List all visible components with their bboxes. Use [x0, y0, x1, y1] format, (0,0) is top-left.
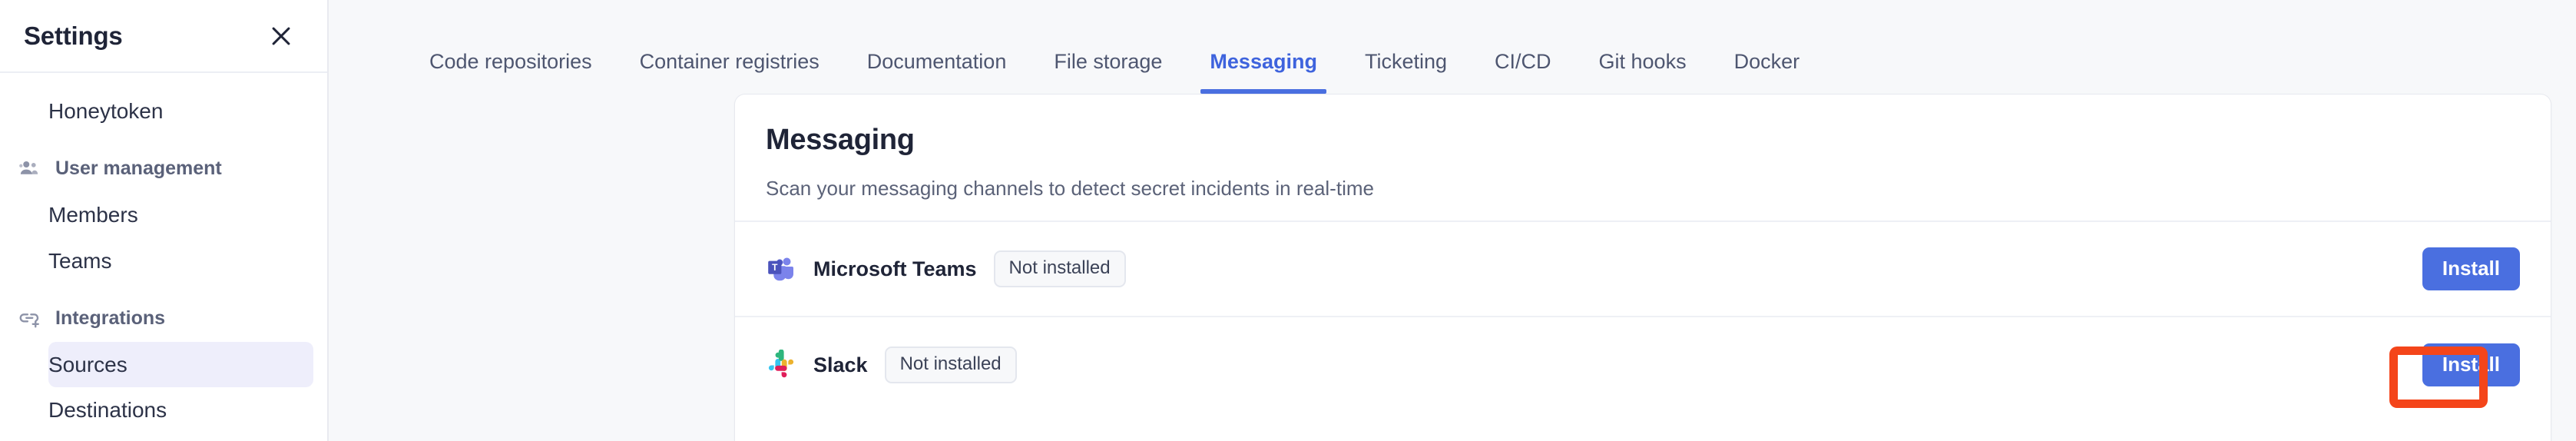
- sidebar-header: Settings: [0, 0, 327, 73]
- sidebar-item-sources[interactable]: Sources: [48, 342, 313, 387]
- sidebar-item-label: Sources: [48, 352, 127, 376]
- sidebar-item-members[interactable]: Members: [0, 192, 327, 238]
- integration-name: Microsoft Teams: [813, 257, 977, 280]
- tab-file-storage[interactable]: File storage: [1030, 50, 1186, 94]
- install-button-slack[interactable]: Install: [2422, 343, 2520, 386]
- sidebar-item-label: Destinations: [48, 398, 167, 422]
- sidebar-group-integrations: Integrations: [0, 294, 327, 342]
- integration-tabs: Code repositories Container registries D…: [329, 0, 2576, 94]
- tab-container-registries[interactable]: Container registries: [616, 50, 843, 94]
- sidebar-item-label: Honeytoken: [48, 99, 164, 123]
- sidebar-item-destinations[interactable]: Destinations: [0, 387, 327, 433]
- tab-code-repositories[interactable]: Code repositories: [406, 50, 616, 94]
- sidebar-item-label: Members: [48, 203, 138, 227]
- sidebar-group-label: User management: [55, 157, 222, 179]
- sidebar-group-user-management: User management: [0, 144, 327, 192]
- integration-identity: T Microsoft Teams Not installed: [766, 250, 1126, 287]
- tab-documentation[interactable]: Documentation: [843, 50, 1031, 94]
- tab-git-hooks[interactable]: Git hooks: [1575, 50, 1710, 94]
- card-subtitle: Scan your messaging channels to detect s…: [766, 177, 1374, 200]
- link-plus-icon: [17, 306, 41, 330]
- card-header: Messaging Scan your messaging channels t…: [735, 94, 2551, 222]
- sidebar-item-label: Teams: [48, 249, 112, 273]
- status-badge: Not installed: [884, 346, 1017, 383]
- sidebar-item-honeytoken[interactable]: Honeytoken: [0, 88, 327, 134]
- tab-docker[interactable]: Docker: [1710, 50, 1824, 94]
- integration-row-slack: Slack Not installed Install: [735, 317, 2551, 413]
- users-group-icon: [17, 156, 41, 181]
- slack-logo: [766, 350, 796, 380]
- messaging-card: Messaging Scan your messaging channels t…: [734, 94, 2551, 441]
- microsoft-teams-logo: T: [766, 254, 796, 284]
- main-panel: Code repositories Container registries D…: [329, 0, 2576, 441]
- install-button-microsoft-teams[interactable]: Install: [2422, 247, 2520, 290]
- close-icon[interactable]: [266, 21, 296, 51]
- tab-ticketing[interactable]: Ticketing: [1341, 50, 1471, 94]
- page-title: Settings: [24, 21, 123, 50]
- card-title: Messaging: [766, 124, 915, 156]
- svg-text:T: T: [772, 262, 778, 273]
- integration-identity: Slack Not installed: [766, 346, 1017, 383]
- integration-row-microsoft-teams: T Microsoft Teams Not installed Install: [735, 222, 2551, 317]
- settings-modal: Settings Honeytoken User management Memb…: [0, 0, 2576, 441]
- integration-name: Slack: [813, 353, 868, 376]
- sidebar-group-label: Integrations: [55, 307, 166, 329]
- sidebar-nav: Honeytoken User management Members Teams…: [0, 73, 327, 433]
- settings-sidebar: Settings Honeytoken User management Memb…: [0, 0, 329, 441]
- tab-cicd[interactable]: CI/CD: [1471, 50, 1575, 94]
- status-badge: Not installed: [993, 250, 1126, 287]
- sidebar-item-teams[interactable]: Teams: [0, 238, 327, 284]
- tab-messaging[interactable]: Messaging: [1186, 50, 1341, 94]
